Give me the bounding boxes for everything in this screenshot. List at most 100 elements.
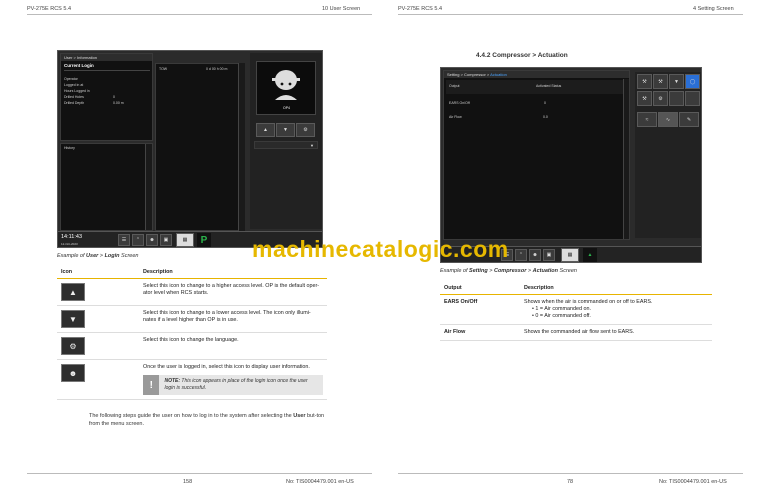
access-up-button[interactable]: ▲ [256, 123, 275, 137]
exclamation-icon: ! [143, 375, 160, 395]
avatar: OP4 [256, 61, 316, 115]
panel-title: Current Login [64, 63, 94, 68]
info-value-depth: 0.00 m [113, 101, 124, 105]
history-panel: History [60, 143, 153, 231]
compressor-actuation-screenshot: Setting > Compressor > Actuation Output … [440, 67, 702, 263]
left-doc-number: No: TIS0004479.001 en-US [286, 479, 354, 485]
row-output: EARS On/Off [440, 294, 520, 325]
right-header-title: PV-275E RCS 5.4 [398, 6, 443, 12]
info-value-holes: 0 [113, 95, 115, 99]
user-login-screenshot: User > Information Current Login Operato… [57, 50, 323, 248]
actuation-tab-1[interactable]: ≈ [637, 112, 657, 127]
clock-time: 14:11:43 [61, 234, 83, 240]
wrench-icon[interactable]: ⚒ [637, 91, 652, 106]
left-header-title: PV-275E RCS 5.4 [27, 6, 72, 12]
row-airflow-label: Air Flow [449, 115, 462, 119]
left-header-chapter: 10 User Screen [322, 6, 361, 12]
language-icon: ⚙ [61, 337, 85, 355]
tow-panel: TOW 0 d 00 h 00 m [155, 63, 245, 231]
user-info-icon: ☻ [61, 364, 85, 382]
left-footer-rule [27, 473, 372, 474]
col-description-header: Description [139, 266, 327, 279]
info-label-hours: Hours Logged in [64, 89, 90, 93]
col-status-header: Activated Status [536, 84, 562, 88]
empty-slot [669, 91, 684, 106]
watermark: machinecatalogic.com [252, 236, 509, 262]
list-item: 0 = Air commanded off. [532, 313, 708, 320]
access-level: OP4 [283, 106, 291, 110]
section-title: 4.4.2 Compressor > Actuation [476, 52, 568, 59]
drill-status-icon: ▲ [583, 248, 597, 262]
left-header-rule [27, 14, 372, 15]
window-icon[interactable]: ▣ [160, 234, 172, 246]
right-doc-number: No: TIS0004479.001 en-US [659, 479, 727, 485]
table-row: ☻ Once the user is logged in, select thi… [57, 359, 327, 400]
login-steps-intro: The following steps guide the user on ho… [89, 413, 325, 427]
col-description-header: Description [520, 282, 712, 295]
actuation-tab-2[interactable]: ∿ [658, 112, 678, 127]
setting-icon-1[interactable]: ⚒ [637, 74, 652, 89]
row-ears-label: EARS On/Off [449, 101, 470, 105]
row-airflow-value: 0.0 [543, 115, 548, 119]
access-down-icon: ▼ [61, 310, 85, 328]
table-row: ⚙ Select this icon to change the languag… [57, 332, 327, 360]
breadcrumb: User > Information [61, 54, 152, 61]
col-output-header: Output [440, 282, 520, 295]
empty-slot [685, 91, 700, 106]
status-icon-1[interactable]: ☰ [118, 234, 130, 246]
tow-label: TOW [159, 67, 168, 71]
current-login-panel: User > Information Current Login Operato… [60, 53, 153, 141]
history-scrollbar[interactable] [145, 144, 152, 230]
row-desc: Select this icon to change to a lower ac… [139, 305, 327, 333]
user-helmet-icon [272, 70, 300, 100]
table-row: EARS On/Off Shows when the air is comman… [440, 294, 712, 325]
filter-icon[interactable]: ▼ [669, 74, 684, 89]
right-footer-rule [398, 473, 743, 474]
table-row: ▲ Select this icon to change to a higher… [57, 278, 327, 306]
actuation-scrollbar[interactable] [623, 79, 629, 239]
row-output: Air Flow [440, 324, 520, 341]
col-output-header: Output [449, 84, 460, 88]
compressor-icon[interactable]: ◯ [685, 74, 700, 89]
row-desc: Shows when the air is commanded on or of… [524, 299, 653, 305]
info-label-depth: Drilled Depth [64, 101, 85, 105]
grid-menu-icon[interactable]: ▦ [176, 233, 194, 247]
breadcrumb: Setting > Compressor > Actuation [444, 71, 629, 78]
right-header-chapter: 4 Setting Screen [693, 6, 734, 12]
grid-menu-icon[interactable]: ▦ [561, 248, 579, 262]
icon-description-table: Icon Description ▲ Select this icon to c… [57, 266, 327, 400]
col-icon-header: Icon [57, 266, 139, 279]
history-title: History [64, 146, 75, 150]
drive-indicator: P [197, 233, 211, 247]
language-select[interactable]: ▼ [254, 141, 318, 149]
left-page-number: 158 [183, 479, 193, 485]
info-label-logged-in: Logged in at [64, 83, 84, 87]
actuation-tab-3[interactable]: ✎ [679, 112, 699, 127]
user-icon[interactable]: ☻ [146, 234, 158, 246]
right-screen-caption: Example of Setting > Compressor > Actuat… [440, 268, 577, 274]
user-icon[interactable]: ☻ [529, 249, 541, 261]
access-down-button[interactable]: ▼ [276, 123, 295, 137]
tow-scrollbar[interactable] [238, 63, 245, 231]
output-description-table: Output Description EARS On/Off Shows whe… [440, 282, 712, 341]
setting-icon-2[interactable]: ⚒ [653, 74, 668, 89]
chevron-down-icon: ▼ [310, 143, 314, 148]
actuation-panel: Setting > Compressor > Actuation Output … [443, 70, 630, 240]
clock-date: 12-Oct-2023 [61, 242, 78, 246]
left-screen-caption: Example of User > Login Screen [57, 253, 139, 259]
note-box: ! NOTE: This icon appears in place of th… [143, 375, 323, 395]
right-header-rule [398, 14, 743, 15]
language-button[interactable]: ⚙ [296, 123, 315, 137]
row-desc: Once the user is logged in, select this … [143, 364, 310, 370]
info-label-operator: Operator [64, 77, 78, 81]
access-up-icon: ▲ [61, 283, 85, 301]
row-desc: Select this icon to change the language. [139, 332, 327, 360]
status-icon-2[interactable]: ⌃ [515, 249, 527, 261]
table-row: Air Flow Shows the commanded air flow se… [440, 324, 712, 341]
info-label-holes: Drilled Holes [64, 95, 84, 99]
tool-icon[interactable]: ⚙ [653, 91, 668, 106]
window-icon[interactable]: ▣ [543, 249, 555, 261]
table-row: ▼ Select this icon to change to a lower … [57, 305, 327, 333]
row-desc: Select this icon to change to a higher a… [139, 278, 327, 306]
status-icon-2[interactable]: ⌃ [132, 234, 144, 246]
